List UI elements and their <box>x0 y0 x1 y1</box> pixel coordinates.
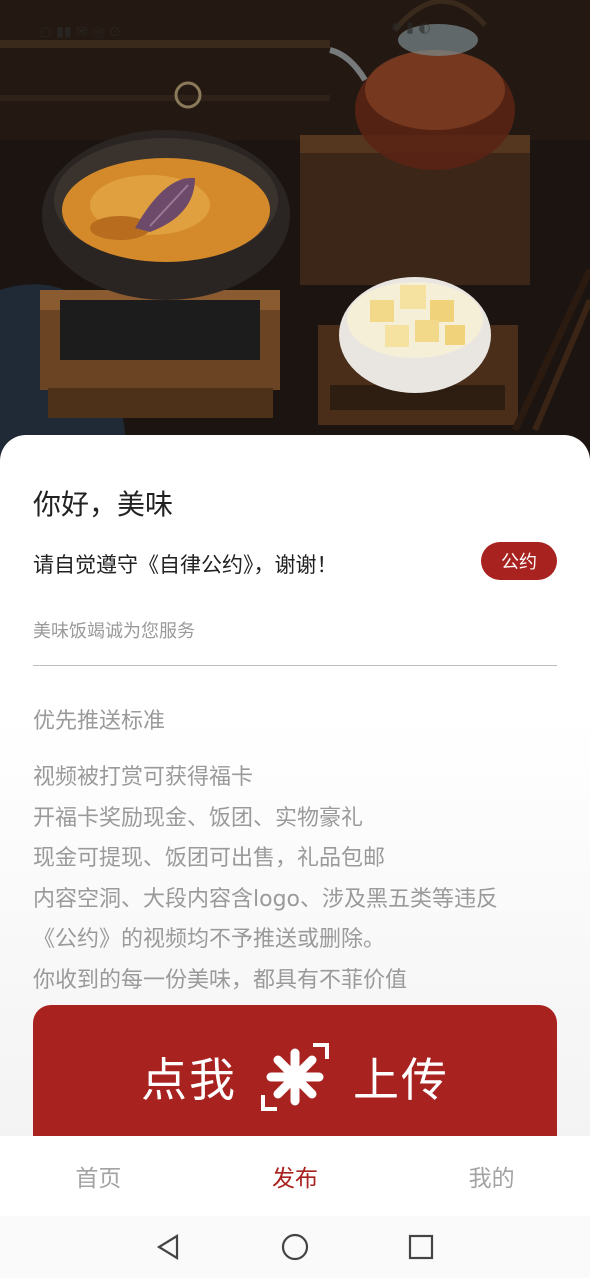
greeting-title: 你好，美味 <box>33 488 174 521</box>
description-line: 你收到的每一份美味，都具有不菲价值 <box>33 967 408 993</box>
divider <box>33 665 557 666</box>
back-triangle-icon[interactable] <box>153 1232 183 1262</box>
tab-home[interactable]: 首页 <box>0 1159 197 1193</box>
status-bar: ◻ ▮▮ ✉ ◎ ⊙ ✹ ▮ ◐ <box>0 0 590 46</box>
service-slogan: 美味饭竭诚为您服务 <box>33 621 195 642</box>
tab-publish[interactable]: 发布 <box>197 1159 394 1193</box>
description-list: 视频被打赏可获得福卡 开福卡奖励现金、饭团、实物豪礼 现金可提现、饭团可出售，礼… <box>33 758 563 1001</box>
rule-notice-text: 请自觉遵守《自律公约》，谢谢！ <box>33 553 338 577</box>
hero-food-photo <box>0 0 590 470</box>
description-line: 《公约》的视频均不予推送或删除。 <box>33 927 386 952</box>
upload-label-left: 点我 <box>141 1053 237 1107</box>
description-line: 视频被打赏可获得福卡 <box>33 765 254 790</box>
system-nav-bar <box>0 1216 590 1278</box>
description-line: 开福卡奖励现金、饭团、实物豪礼 <box>33 805 364 831</box>
pact-button[interactable]: 公约 <box>481 542 557 580</box>
sparkle-scan-icon <box>259 1041 331 1113</box>
bottom-tab-bar: 首页 发布 我的 <box>0 1136 590 1216</box>
food-photo-illustration <box>0 0 590 470</box>
upload-button-content: 点我 上传 <box>33 1037 557 1117</box>
home-circle-icon[interactable] <box>280 1232 310 1262</box>
status-left-icons: ◻ ▮▮ ✉ ◎ ⊙ <box>40 24 121 40</box>
upload-button[interactable]: 点我 上传 <box>33 1005 557 1155</box>
section-title: 优先推送标准 <box>33 709 166 734</box>
status-right-icons: ✹ ▮ ◐ <box>390 20 431 36</box>
tab-mine[interactable]: 我的 <box>393 1159 590 1193</box>
recent-square-icon[interactable] <box>406 1232 436 1262</box>
upload-label-right: 上传 <box>353 1053 449 1107</box>
description-line: 内容空洞、大段内容含logo、涉及黑五类等违反 <box>33 886 498 912</box>
description-line: 现金可提现、饭团可出售，礼品包邮 <box>33 846 386 871</box>
